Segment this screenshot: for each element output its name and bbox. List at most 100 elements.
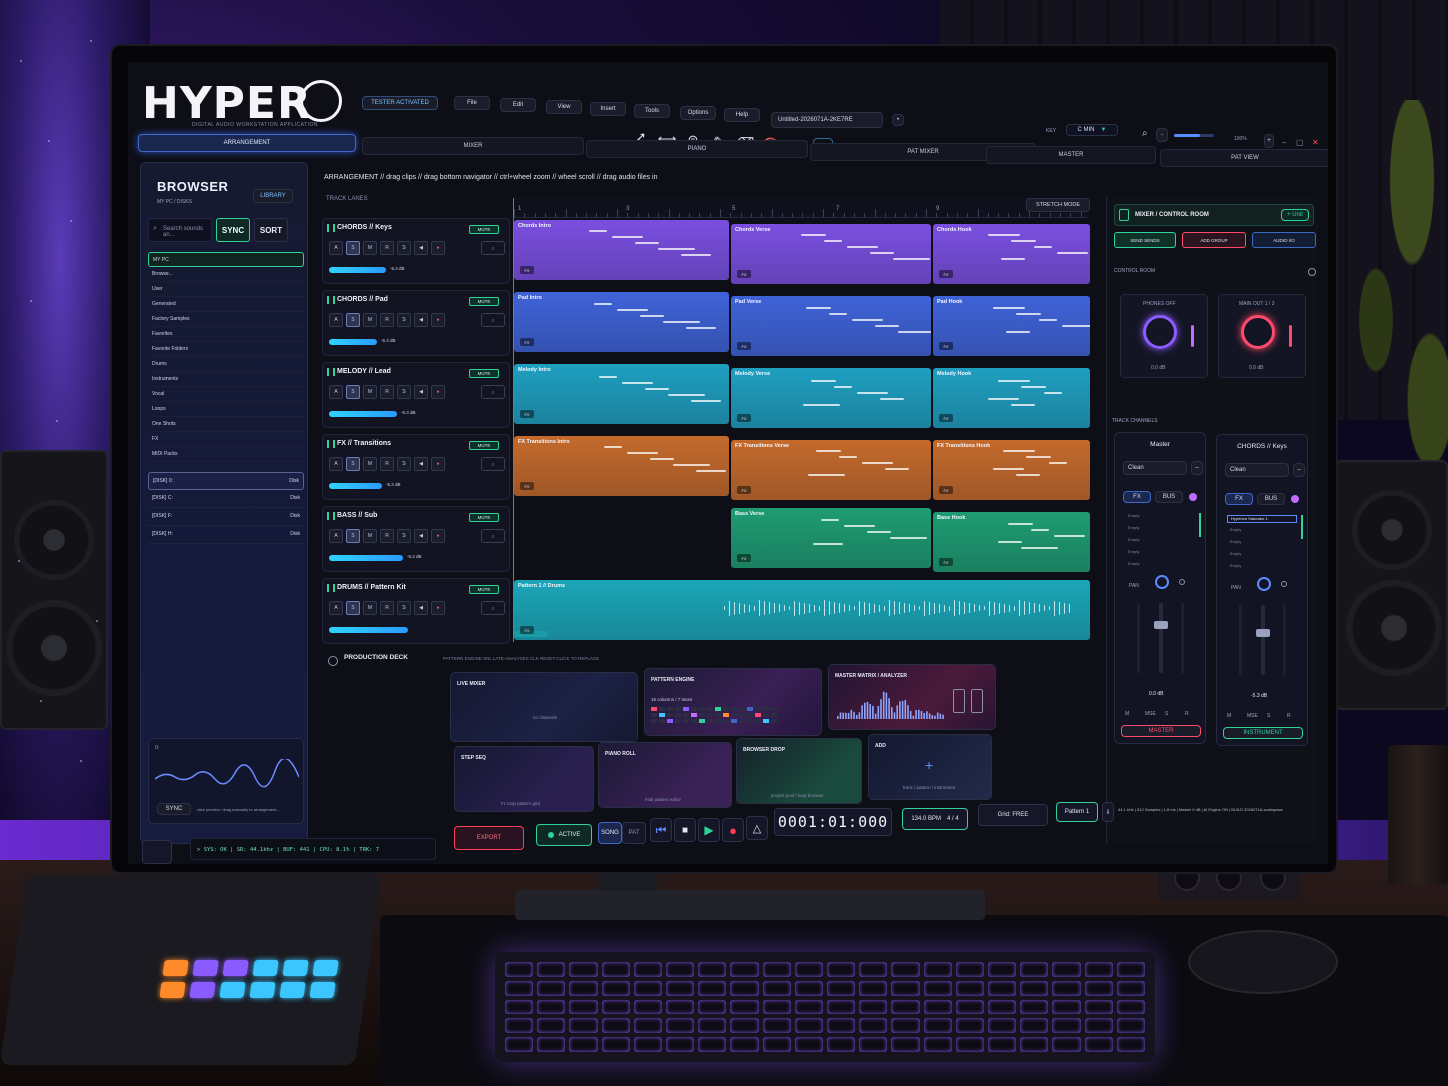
record-arm-icon[interactable]: ● bbox=[431, 457, 445, 471]
record-arm-icon[interactable]: ● bbox=[431, 313, 445, 327]
track-button[interactable]: M bbox=[363, 385, 377, 399]
pattern-step[interactable] bbox=[731, 719, 737, 723]
browser-drop-card[interactable]: BROWSER DROP project pool / loop browser bbox=[736, 738, 862, 804]
pan-knob[interactable] bbox=[1155, 575, 1169, 589]
master-matrix-card[interactable]: MASTER MATRIX / ANALYZER bbox=[828, 664, 996, 730]
live-mixer-card[interactable]: LIVE MIXER no channels bbox=[450, 672, 638, 742]
pattern-step[interactable] bbox=[715, 713, 721, 717]
pattern-step[interactable] bbox=[763, 707, 769, 711]
insert-slot[interactable]: Empty bbox=[1227, 539, 1297, 547]
browser-search-input[interactable]: ⌕ Search sounds an... bbox=[148, 218, 212, 242]
fader-cap[interactable] bbox=[1256, 629, 1270, 637]
pattern-step[interactable] bbox=[667, 713, 673, 717]
play-icon[interactable]: ▶ bbox=[698, 818, 720, 842]
track-button[interactable]: S bbox=[346, 313, 360, 327]
track-button[interactable]: S bbox=[346, 385, 360, 399]
speaker-icon[interactable]: ◀ bbox=[414, 529, 428, 543]
strip-bus-button[interactable]: BUS bbox=[1155, 491, 1183, 503]
pattern-engine-card[interactable]: PATTERN ENGINE 16 columns / 7 lanes bbox=[644, 668, 822, 736]
strip-fx-button[interactable]: FX bbox=[1123, 491, 1151, 503]
disk-item[interactable]: [DISK] C: Disk bbox=[148, 490, 304, 508]
active-toggle[interactable]: ACTIVE bbox=[536, 824, 592, 846]
speaker-icon[interactable]: ◀ bbox=[414, 241, 428, 255]
tab-piano[interactable]: PIANO bbox=[586, 140, 808, 158]
browser-item[interactable]: Instruments bbox=[148, 372, 304, 387]
strip-fx-button[interactable]: FX bbox=[1225, 493, 1253, 505]
menu-file[interactable]: File bbox=[454, 96, 490, 110]
insert-slot[interactable]: Empty bbox=[1125, 537, 1195, 545]
track-button[interactable]: M bbox=[363, 241, 377, 255]
insert-slot[interactable]: Empty bbox=[1227, 551, 1297, 559]
browser-sync-button[interactable]: SYNC bbox=[216, 218, 250, 242]
track-side-button[interactable]: ≡ bbox=[481, 457, 505, 471]
clip[interactable]: Chords Intro FX bbox=[514, 220, 729, 280]
strip-button[interactable]: MSE bbox=[1247, 713, 1258, 719]
pattern-step[interactable] bbox=[739, 707, 745, 711]
tab-pat-view[interactable]: PAT VIEW bbox=[1160, 149, 1328, 167]
pattern-step[interactable] bbox=[771, 707, 777, 711]
track-button[interactable]: S bbox=[397, 529, 411, 543]
pattern-step[interactable] bbox=[739, 713, 745, 717]
pattern-step[interactable] bbox=[739, 719, 745, 723]
insert-slot[interactable]: Hyperion Saturator 1 bbox=[1227, 515, 1297, 523]
track-header[interactable]: DRUMS // Pattern Kit MUTE A S M R S ◀ ● ≡ bbox=[322, 578, 510, 644]
track-button[interactable]: S bbox=[346, 529, 360, 543]
record-arm-icon[interactable]: ● bbox=[431, 601, 445, 615]
track-button[interactable]: A bbox=[329, 385, 343, 399]
clip[interactable]: FX Transitions Verse FX bbox=[731, 440, 931, 500]
record-arm-icon[interactable]: ● bbox=[431, 241, 445, 255]
track-lane[interactable]: Chords Intro FX Chords Verse FX Chords Hook F… bbox=[514, 218, 1092, 284]
track-button[interactable]: S bbox=[397, 313, 411, 327]
speaker-icon[interactable]: ◀ bbox=[414, 385, 428, 399]
track-button[interactable]: A bbox=[329, 241, 343, 255]
app-menu-icon[interactable] bbox=[142, 840, 172, 864]
stretch-mode-button[interactable]: STRETCH MODE bbox=[1026, 198, 1090, 212]
track-side-button[interactable]: ≡ bbox=[481, 385, 505, 399]
strip-button[interactable]: M bbox=[1227, 713, 1231, 719]
menu-edit[interactable]: Edit bbox=[500, 98, 536, 112]
pattern-step[interactable] bbox=[691, 713, 697, 717]
track-button[interactable]: S bbox=[346, 601, 360, 615]
track-button[interactable]: S bbox=[346, 241, 360, 255]
pattern-step[interactable] bbox=[771, 713, 777, 717]
pattern-step[interactable] bbox=[699, 713, 705, 717]
menu-help[interactable]: Help bbox=[724, 108, 760, 122]
pattern-step[interactable] bbox=[675, 707, 681, 711]
track-button[interactable]: S bbox=[397, 601, 411, 615]
pattern-step[interactable] bbox=[659, 713, 665, 717]
track-side-button[interactable]: ≡ bbox=[481, 529, 505, 543]
mute-button[interactable]: MUTE bbox=[469, 369, 499, 378]
maximize-icon[interactable]: ▢ bbox=[1296, 138, 1304, 147]
track-volume-bar[interactable] bbox=[329, 555, 403, 561]
pattern-step[interactable] bbox=[659, 707, 665, 711]
pattern-step[interactable] bbox=[731, 713, 737, 717]
track-side-button[interactable]: ≡ bbox=[481, 601, 505, 615]
zoom-in-button[interactable]: + bbox=[1264, 134, 1274, 148]
mute-button[interactable]: MUTE bbox=[469, 513, 499, 522]
clip[interactable]: Melody Intro FX bbox=[514, 364, 729, 424]
collapse-icon[interactable] bbox=[328, 656, 338, 666]
add-card[interactable]: ADD + track / pattern / instrument bbox=[868, 734, 992, 800]
add-group-button[interactable]: ADD GROUP bbox=[1182, 232, 1246, 248]
track-header[interactable]: MELODY // Lead MUTE A S M R S ◀ ● ≡ -5.3 dB bbox=[322, 362, 510, 428]
pattern-step[interactable] bbox=[747, 719, 753, 723]
pattern-step[interactable] bbox=[683, 713, 689, 717]
pattern-step[interactable] bbox=[683, 719, 689, 723]
pattern-step[interactable] bbox=[707, 713, 713, 717]
strip-button[interactable]: S bbox=[1267, 713, 1270, 719]
clip[interactable]: Melody Hook FX bbox=[933, 368, 1090, 428]
pattern-select[interactable]: Pattern 1 bbox=[1056, 802, 1098, 822]
speaker-icon[interactable]: ◀ bbox=[414, 601, 428, 615]
strip-preset-menu-button[interactable]: – bbox=[1293, 463, 1305, 477]
library-button[interactable]: LIBRARY bbox=[253, 189, 293, 203]
track-volume-bar[interactable] bbox=[329, 411, 397, 417]
pattern-step[interactable] bbox=[691, 719, 697, 723]
pattern-step[interactable] bbox=[755, 707, 761, 711]
insert-slot[interactable]: Empty bbox=[1125, 561, 1195, 569]
clip[interactable]: FX Transitions Intro FX bbox=[514, 436, 729, 496]
tab-master[interactable]: MASTER bbox=[986, 146, 1156, 164]
piano-roll-card[interactable]: PIANO ROLL midi pattern editor bbox=[598, 742, 732, 808]
track-lane[interactable]: FX Transitions Intro FX FX Transitions Ver… bbox=[514, 434, 1092, 500]
strip-preset-select[interactable]: Clean bbox=[1225, 463, 1289, 477]
step-seq-card[interactable]: STEP SEQ FL loop pattern grid bbox=[454, 746, 594, 812]
